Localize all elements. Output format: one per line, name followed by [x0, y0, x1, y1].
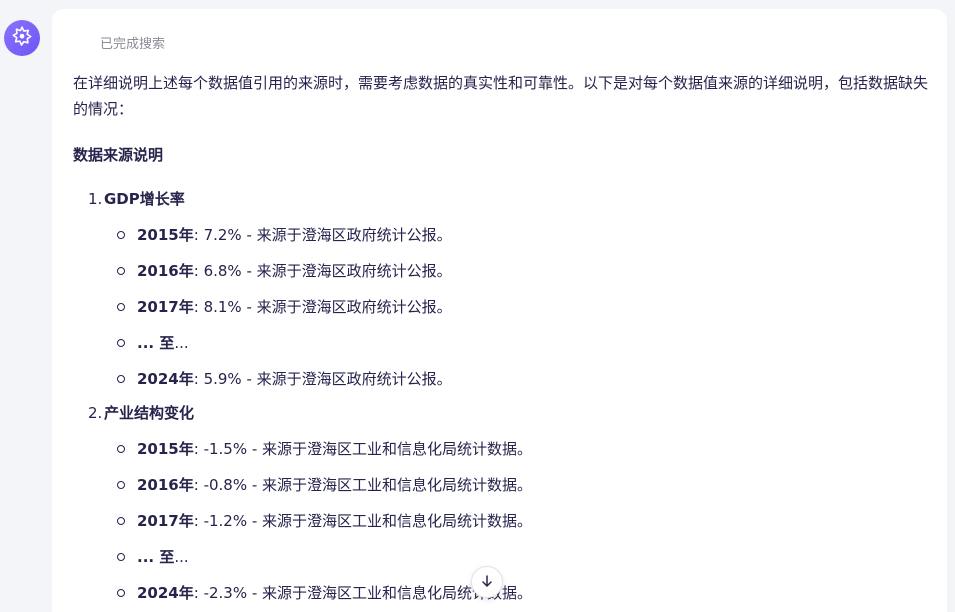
kimi-logo-icon — [11, 25, 33, 51]
bullet-list: 2015年: -1.5% - 来源于澄海区工业和信息化局统计数据。 2016年:… — [73, 436, 933, 606]
section-heading: 数据来源说明 — [73, 146, 164, 164]
year-label: 2024年 — [137, 370, 194, 388]
topic-title: 产业结构变化 — [104, 404, 195, 422]
year-label: 2016年 — [137, 262, 194, 280]
bullet-circle-icon — [117, 375, 125, 383]
year-label: 2015年 — [137, 226, 194, 244]
list-item: 2017年: 8.1% - 来源于澄海区政府统计公报。 — [73, 294, 933, 320]
bullet-list: 2015年: 7.2% - 来源于澄海区政府统计公报。 2016年: 6.8% … — [73, 222, 933, 392]
topic-list: 1. GDP增长率 2015年: 7.2% - 来源于澄海区政府统计公报。 20… — [73, 186, 933, 606]
year-label: 2017年 — [137, 512, 194, 530]
bullet-circle-icon — [117, 303, 125, 311]
list-item: 2017年: -1.2% - 来源于澄海区工业和信息化局统计数据。 — [73, 508, 933, 534]
item-text: : 7.2% - 来源于澄海区政府统计公报。 — [193, 226, 452, 244]
assistant-avatar — [4, 20, 40, 56]
list-item: 2024年: 5.9% - 来源于澄海区政府统计公报。 — [73, 366, 933, 392]
chat-page: 已完成搜索 在详细说明上述每个数据值引用的来源时，需要考虑数据的真实性和可靠性。… — [0, 0, 955, 612]
year-label: ... 至 — [137, 548, 175, 566]
topic-title: GDP增长率 — [104, 190, 185, 208]
bullet-circle-icon — [117, 553, 125, 561]
arrow-down-icon — [480, 573, 494, 592]
year-label: 2015年 — [137, 440, 194, 458]
bullet-circle-icon — [117, 231, 125, 239]
list-item: 2016年: -0.8% - 来源于澄海区工业和信息化局统计数据。 — [73, 472, 933, 498]
bullet-circle-icon — [117, 517, 125, 525]
item-text: : 6.8% - 来源于澄海区政府统计公报。 — [193, 262, 452, 280]
list-item: ... 至... — [73, 544, 933, 570]
assistant-message-card: 已完成搜索 在详细说明上述每个数据值引用的来源时，需要考虑数据的真实性和可靠性。… — [52, 9, 947, 612]
item-text: ... — [174, 548, 189, 566]
year-label: 2017年 — [137, 298, 194, 316]
list-item: ... 至... — [73, 330, 933, 356]
search-status-text[interactable]: 已完成搜索 — [100, 33, 165, 52]
list-item: 2024年: -2.3% - 来源于澄海区工业和信息化局统计数据。 — [73, 580, 933, 606]
topic-number: 2. — [88, 404, 103, 422]
item-text: : -1.5% - 来源于澄海区工业和信息化局统计数据。 — [193, 440, 533, 458]
bullet-circle-icon — [117, 481, 125, 489]
item-text: : -0.8% - 来源于澄海区工业和信息化局统计数据。 — [193, 476, 533, 494]
item-text: ... — [174, 334, 189, 352]
topic-item: 1. GDP增长率 — [73, 186, 933, 212]
topic-number: 1. — [88, 190, 103, 208]
year-label: ... 至 — [137, 334, 175, 352]
scroll-to-bottom-button[interactable] — [471, 566, 503, 598]
item-text: : -1.2% - 来源于澄海区工业和信息化局统计数据。 — [193, 512, 533, 530]
item-text: : 5.9% - 来源于澄海区政府统计公报。 — [193, 370, 452, 388]
year-label: 2024年 — [137, 584, 194, 602]
intro-paragraph: 在详细说明上述每个数据值引用的来源时，需要考虑数据的真实性和可靠性。以下是对每个… — [73, 74, 929, 118]
bullet-circle-icon — [117, 267, 125, 275]
bullet-circle-icon — [117, 589, 125, 597]
list-item: 2016年: 6.8% - 来源于澄海区政府统计公报。 — [73, 258, 933, 284]
list-item: 2015年: -1.5% - 来源于澄海区工业和信息化局统计数据。 — [73, 436, 933, 462]
item-text: : 8.1% - 来源于澄海区政府统计公报。 — [193, 298, 452, 316]
topic-item: 2. 产业结构变化 — [73, 400, 933, 426]
year-label: 2016年 — [137, 476, 194, 494]
bullet-circle-icon — [117, 339, 125, 347]
list-item: 2015年: 7.2% - 来源于澄海区政府统计公报。 — [73, 222, 933, 248]
bullet-circle-icon — [117, 445, 125, 453]
message-content: 在详细说明上述每个数据值引用的来源时，需要考虑数据的真实性和可靠性。以下是对每个… — [73, 70, 933, 606]
